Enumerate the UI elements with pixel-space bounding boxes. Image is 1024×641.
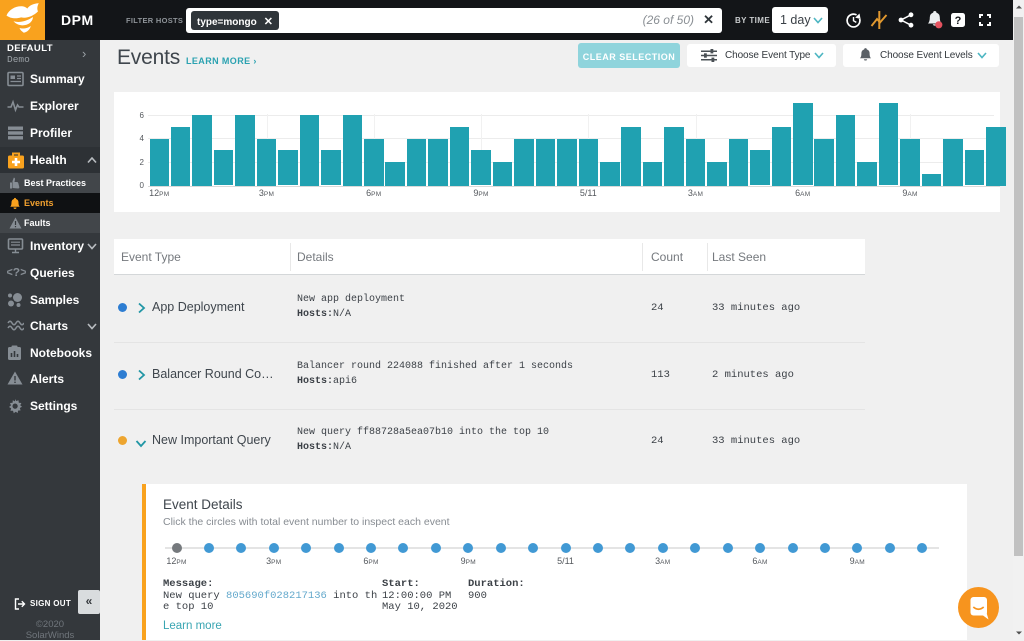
- svg-text:?: ?: [955, 15, 962, 27]
- svg-text:<?>: <?>: [7, 266, 26, 279]
